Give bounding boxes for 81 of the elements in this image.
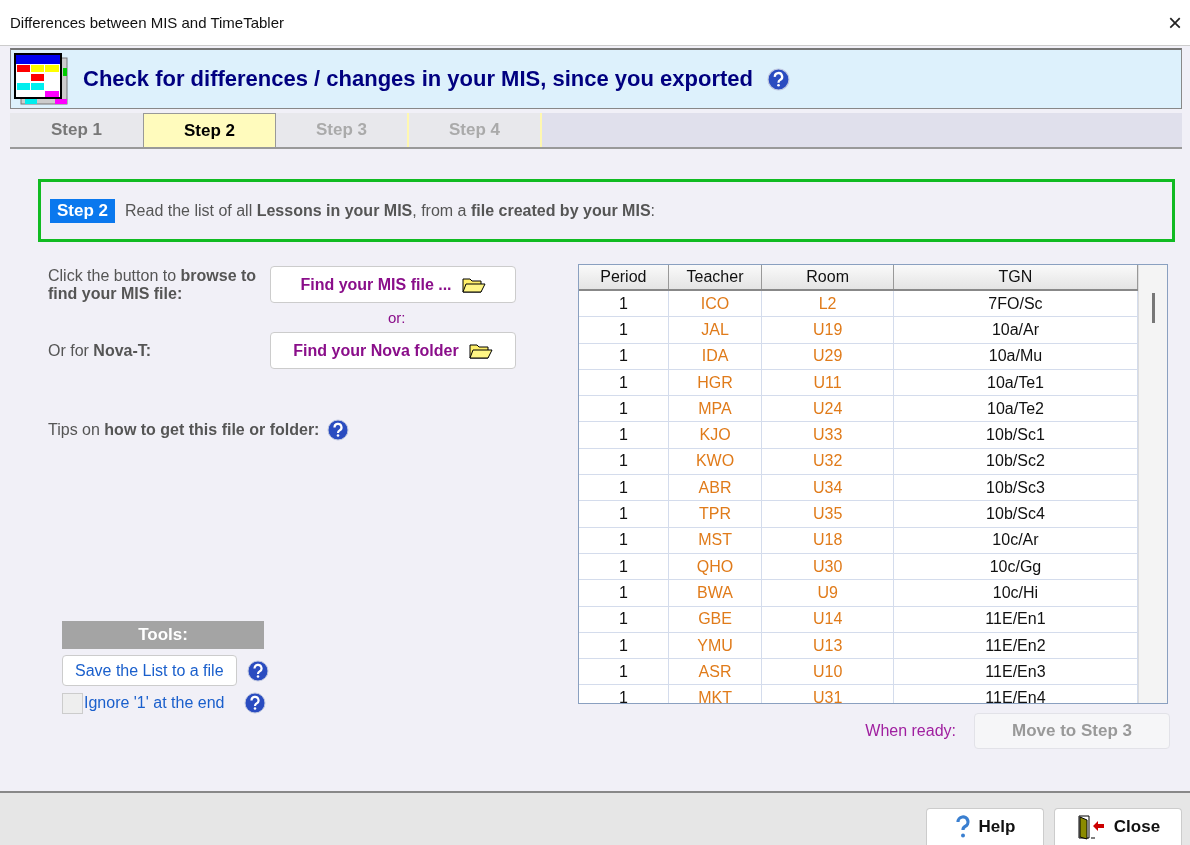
column-header[interactable]: Room <box>762 265 894 289</box>
help-button[interactable]: Help <box>926 808 1044 845</box>
table-cell: U24 <box>762 396 894 422</box>
table-cell: 1 <box>579 448 669 475</box>
table-cell: MST <box>668 527 763 553</box>
table-cell: U13 <box>762 632 894 659</box>
table-cell: U30 <box>762 553 894 580</box>
table-cell: JAL <box>668 317 763 343</box>
table-cell: QHO <box>668 553 763 580</box>
table-cell: U35 <box>762 501 894 527</box>
table-cell: U10 <box>762 659 894 685</box>
step-badge: Step 2 <box>50 198 116 223</box>
table-cell: GBE <box>668 606 763 632</box>
table-cell: 1 <box>579 606 669 632</box>
table-cell: U18 <box>762 527 894 553</box>
table-cell: 1 <box>579 291 669 317</box>
table-cell: 1 <box>579 659 669 685</box>
ignore-label: Ignore '1' at the end <box>84 694 225 712</box>
table-cell: U9 <box>762 580 894 606</box>
window-title: Differences between MIS and TimeTabler <box>10 14 285 31</box>
folder-icon <box>468 342 493 359</box>
table-cell: 1 <box>579 475 669 501</box>
table-cell: 1 <box>579 317 669 343</box>
table-cell: L2 <box>762 291 894 317</box>
table-cell: ABR <box>668 475 763 501</box>
help-icon[interactable] <box>244 692 267 714</box>
column-header[interactable]: Teacher <box>668 265 763 289</box>
scrollbar-thumb[interactable] <box>1152 293 1155 323</box>
table-cell: U31 <box>762 685 894 703</box>
table-cell: 1 <box>579 422 669 448</box>
header-title: Check for differences / changes in your MIS, since you exported <box>83 66 753 92</box>
table-cell: 1 <box>579 369 669 396</box>
table-cell: ICO <box>668 291 763 317</box>
help-icon[interactable] <box>766 67 790 91</box>
close-button[interactable]: × <box>1160 8 1190 37</box>
find-nova-folder-button[interactable]: Find your Nova folder <box>270 332 516 369</box>
table-cell: 1 <box>579 396 669 422</box>
table-cell: 1 <box>579 501 669 527</box>
table-cell: U32 <box>762 448 894 475</box>
column-header[interactable]: Period <box>579 265 669 289</box>
table-cell: BWA <box>668 580 763 606</box>
door-exit-icon <box>1075 814 1106 840</box>
table-cell: U11 <box>762 369 894 396</box>
table-cell: U29 <box>762 343 894 369</box>
tips-label: Tips on how to get this file or folder: <box>48 421 320 439</box>
table-cell: 1 <box>579 343 669 369</box>
table-cell: YMU <box>668 632 763 659</box>
question-mark-icon <box>954 815 971 839</box>
step-instructions: Read the list of all Lessons in your MIS, from a file created by your MIS: <box>125 201 655 220</box>
table-cell: MKT <box>668 685 763 703</box>
table-cell: ASR <box>668 659 763 685</box>
browse-instructions: Click the button to browse to find your MIS file: <box>48 266 258 303</box>
table-cell: HGR <box>668 369 763 396</box>
table-cell: 1 <box>579 685 669 703</box>
table-cell: 1 <box>579 527 669 553</box>
table-cell: KJO <box>668 422 763 448</box>
table-cell: 1 <box>579 632 669 659</box>
close-button[interactable]: Close <box>1054 808 1182 845</box>
find-mis-file-button[interactable]: Find your MIS file ... <box>270 266 516 303</box>
help-icon[interactable] <box>246 659 269 682</box>
table-cell: U19 <box>762 317 894 343</box>
table-cell: 1 <box>579 553 669 580</box>
ignore-checkbox[interactable] <box>62 692 83 714</box>
table-cell: 1 <box>579 580 669 606</box>
table-cell: U33 <box>762 422 894 448</box>
table-cell: IDA <box>668 343 763 369</box>
step-tab[interactable]: Step 2 <box>143 113 276 147</box>
table-cell: MPA <box>668 396 763 422</box>
folder-icon <box>461 276 486 293</box>
when-ready-label: When ready: <box>865 722 956 740</box>
table-cell: TPR <box>668 501 763 527</box>
step-tab[interactable]: Step 1 <box>10 113 143 147</box>
or-label: or: <box>388 308 407 328</box>
table-cell: U14 <box>762 606 894 632</box>
tools-heading: Tools: <box>62 621 264 649</box>
save-list-button[interactable]: Save the List to a file <box>62 655 237 686</box>
help-icon[interactable] <box>327 419 350 441</box>
table-cell: KWO <box>668 448 763 475</box>
table-cell: U34 <box>762 475 894 501</box>
nova-label: Or for Nova-T: <box>48 341 153 360</box>
timetable-grid-icon <box>13 52 69 106</box>
